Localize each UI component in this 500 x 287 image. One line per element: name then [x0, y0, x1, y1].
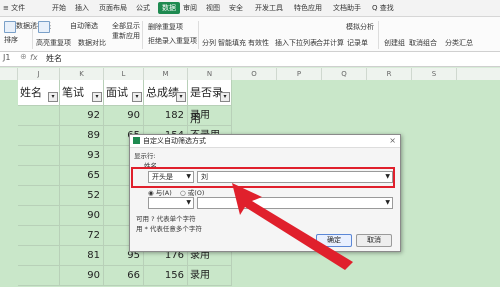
arrow-annotation-icon	[232, 183, 353, 270]
